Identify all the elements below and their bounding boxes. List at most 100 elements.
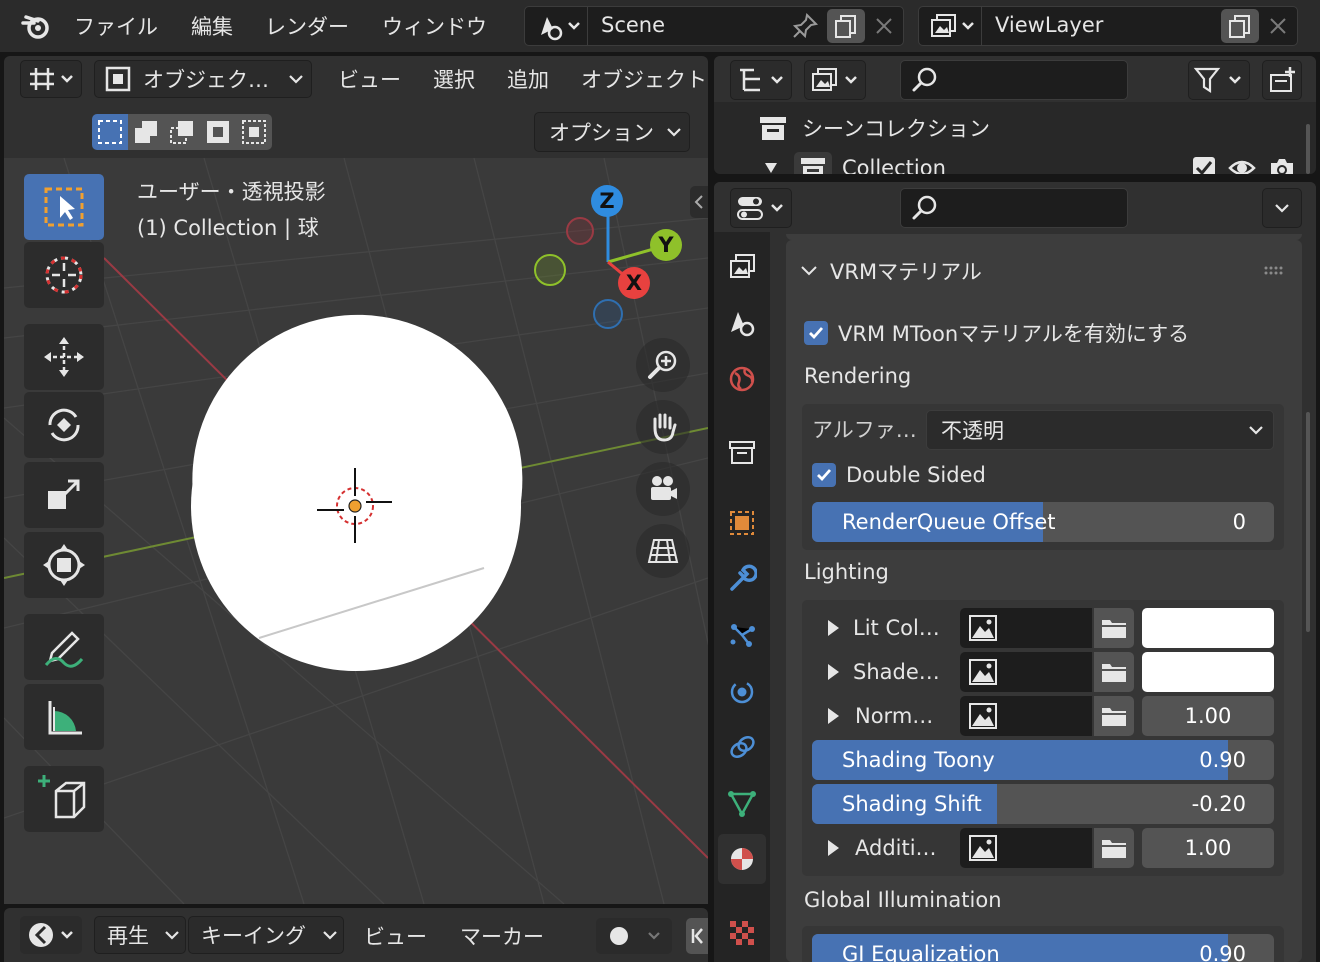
menu-file[interactable]: ファイル	[74, 11, 158, 41]
gizmo-neg-y[interactable]	[534, 254, 566, 286]
new-view-layer-button[interactable]	[1221, 9, 1259, 43]
scene-browse-button[interactable]	[529, 10, 587, 42]
3d-viewport[interactable]: ユーザー・透視投影 (1) Collection | 球 Z Y X	[4, 158, 708, 904]
timeline-menu-view[interactable]: ビュー	[364, 921, 427, 951]
timeline-editor-type[interactable]	[20, 916, 82, 954]
properties-scrollbar[interactable]	[1306, 412, 1310, 632]
vp-menu-add[interactable]: 追加	[507, 64, 549, 94]
folder-icon[interactable]	[1094, 608, 1134, 648]
tab-texture-icon[interactable]	[718, 908, 766, 958]
shading-toony-slider[interactable]: Shading Toony 0.90	[812, 740, 1274, 780]
keying-menu[interactable]: キーイング	[188, 916, 344, 954]
tool-scale[interactable]	[24, 462, 104, 528]
select-intersect-icon[interactable]	[236, 114, 272, 150]
exclude-checkbox-icon[interactable]	[1192, 156, 1216, 174]
record-button[interactable]	[596, 918, 672, 954]
panel-header[interactable]: VRMマテリアル	[800, 256, 982, 286]
tab-physics-icon[interactable]	[718, 666, 766, 716]
tab-modifier-wrench-icon[interactable]	[718, 554, 766, 604]
tool-move[interactable]	[24, 324, 104, 390]
gizmo-neg-x[interactable]	[566, 217, 594, 245]
select-extend-icon[interactable]	[128, 114, 164, 150]
timeline-menu-marker[interactable]: マーカー	[460, 921, 544, 951]
gizmo-x-axis[interactable]: X	[618, 267, 650, 299]
tool-select-box[interactable]	[24, 174, 104, 240]
shade-color-texture-field[interactable]	[960, 652, 1092, 692]
tool-rotate[interactable]	[24, 392, 104, 458]
select-subtract-icon[interactable]	[164, 114, 200, 150]
camera-icon[interactable]	[1268, 156, 1296, 174]
tab-scene-icon[interactable]	[718, 298, 766, 348]
additive-texture-field[interactable]	[960, 828, 1092, 868]
pan-hand-icon[interactable]	[636, 400, 690, 454]
tab-view-layer-icon[interactable]	[718, 242, 766, 292]
tool-transform[interactable]	[24, 532, 104, 598]
mode-selector[interactable]: オブジェク…	[94, 60, 312, 98]
perspective-grid-icon[interactable]	[636, 524, 690, 578]
gi-equalization-slider[interactable]: GI Equalization 0.90	[812, 934, 1274, 962]
properties-search-input[interactable]	[900, 188, 1128, 228]
drag-handle-icon[interactable]	[1264, 266, 1286, 276]
display-mode-button[interactable]	[804, 60, 866, 100]
select-new-icon[interactable]	[92, 114, 128, 150]
select-invert-icon[interactable]	[200, 114, 236, 150]
tab-material-icon[interactable]	[718, 834, 766, 884]
collection-row[interactable]: Collection	[764, 152, 1296, 174]
playback-menu[interactable]: 再生	[94, 916, 186, 954]
alpha-mode-dropdown[interactable]: 不透明	[926, 410, 1274, 450]
new-scene-button[interactable]	[827, 9, 865, 43]
jump-start-icon[interactable]	[686, 918, 708, 954]
lit-color-row[interactable]: Lit Col…	[828, 608, 958, 648]
blender-logo-icon[interactable]	[18, 10, 54, 42]
normal-row[interactable]: Norm…	[828, 696, 958, 736]
new-collection-button[interactable]	[1262, 60, 1302, 100]
vp-menu-object[interactable]: オブジェクト	[581, 64, 708, 94]
tab-constraints-icon[interactable]	[718, 722, 766, 772]
pin-icon[interactable]	[787, 11, 823, 41]
tab-particles-icon[interactable]	[718, 610, 766, 660]
filter-button[interactable]	[1188, 60, 1250, 100]
folder-icon[interactable]	[1094, 828, 1134, 868]
menu-edit[interactable]: 編集	[191, 11, 233, 41]
tab-object-icon[interactable]	[718, 498, 766, 548]
tool-cursor[interactable]	[24, 242, 104, 308]
tab-world-icon[interactable]	[718, 354, 766, 404]
normal-scale-field[interactable]: 1.00	[1142, 696, 1274, 736]
gizmo-z-axis[interactable]: Z	[591, 185, 623, 217]
shade-color-swatch[interactable]	[1142, 652, 1274, 692]
folder-icon[interactable]	[1094, 696, 1134, 736]
enable-mtoon-checkbox[interactable]: VRM MToonマテリアルを有効にする	[804, 318, 1189, 348]
folder-icon[interactable]	[1094, 652, 1134, 692]
double-sided-checkbox[interactable]: Double Sided	[812, 460, 986, 490]
gizmo-neg-z[interactable]	[593, 299, 623, 329]
tool-annotate[interactable]	[24, 614, 104, 680]
outliner-search-input[interactable]	[900, 60, 1128, 100]
eye-icon[interactable]	[1228, 156, 1256, 174]
outliner-editor-type[interactable]	[730, 60, 792, 100]
outliner-scrollbar[interactable]	[1306, 124, 1310, 174]
tool-add-cube[interactable]	[24, 766, 104, 832]
sidebar-toggle[interactable]	[690, 186, 708, 218]
menu-window[interactable]: ウィンドウ	[382, 11, 487, 41]
zoom-icon[interactable]	[636, 338, 690, 392]
properties-editor-type[interactable]	[730, 188, 792, 228]
scene-collection-row[interactable]: シーンコレクション	[758, 112, 990, 144]
view-layer-name[interactable]: ViewLayer	[995, 13, 1103, 37]
vp-menu-view[interactable]: ビュー	[338, 64, 401, 94]
tool-measure[interactable]	[24, 684, 104, 750]
render-queue-offset-slider[interactable]: RenderQueue Offset 0	[812, 502, 1274, 542]
shade-color-row[interactable]: Shade…	[828, 652, 958, 692]
tab-collection-icon[interactable]	[718, 428, 766, 478]
normal-texture-field[interactable]	[960, 696, 1092, 736]
options-dropdown[interactable]: オプション	[534, 112, 690, 152]
remove-scene-button[interactable]	[867, 11, 901, 41]
view-layer-browse-button[interactable]	[923, 10, 981, 42]
gizmo-y-axis[interactable]: Y	[650, 229, 682, 261]
vp-menu-select[interactable]: 選択	[433, 64, 475, 94]
camera-view-icon[interactable]	[636, 462, 690, 516]
scene-name[interactable]: Scene	[601, 13, 665, 37]
remove-view-layer-button[interactable]	[1261, 11, 1295, 41]
additive-row[interactable]: Additi…	[828, 828, 958, 868]
properties-options-button[interactable]	[1262, 188, 1302, 228]
lit-color-texture-field[interactable]	[960, 608, 1092, 648]
